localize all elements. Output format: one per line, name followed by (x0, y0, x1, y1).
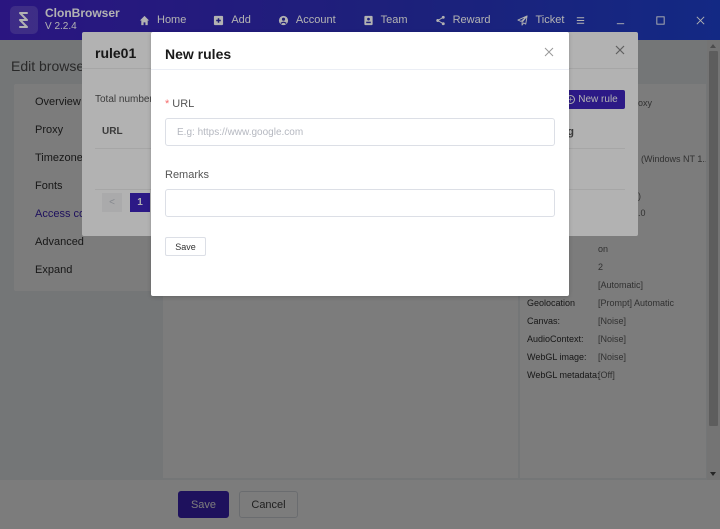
modal-title: New rules (165, 46, 232, 62)
modal-close-button[interactable] (544, 46, 554, 57)
required-asterisk: * (165, 98, 170, 110)
url-label-text: URL (172, 98, 195, 110)
close-icon (544, 47, 554, 57)
remarks-input[interactable] (165, 189, 555, 217)
divider (151, 69, 569, 70)
new-rules-modal: New rules *URL Remarks Save (151, 32, 569, 296)
url-label: * URL (165, 98, 194, 110)
modal-save-button[interactable]: Save (165, 237, 206, 256)
url-input[interactable] (165, 118, 555, 146)
remarks-label: Remarks (165, 169, 210, 181)
